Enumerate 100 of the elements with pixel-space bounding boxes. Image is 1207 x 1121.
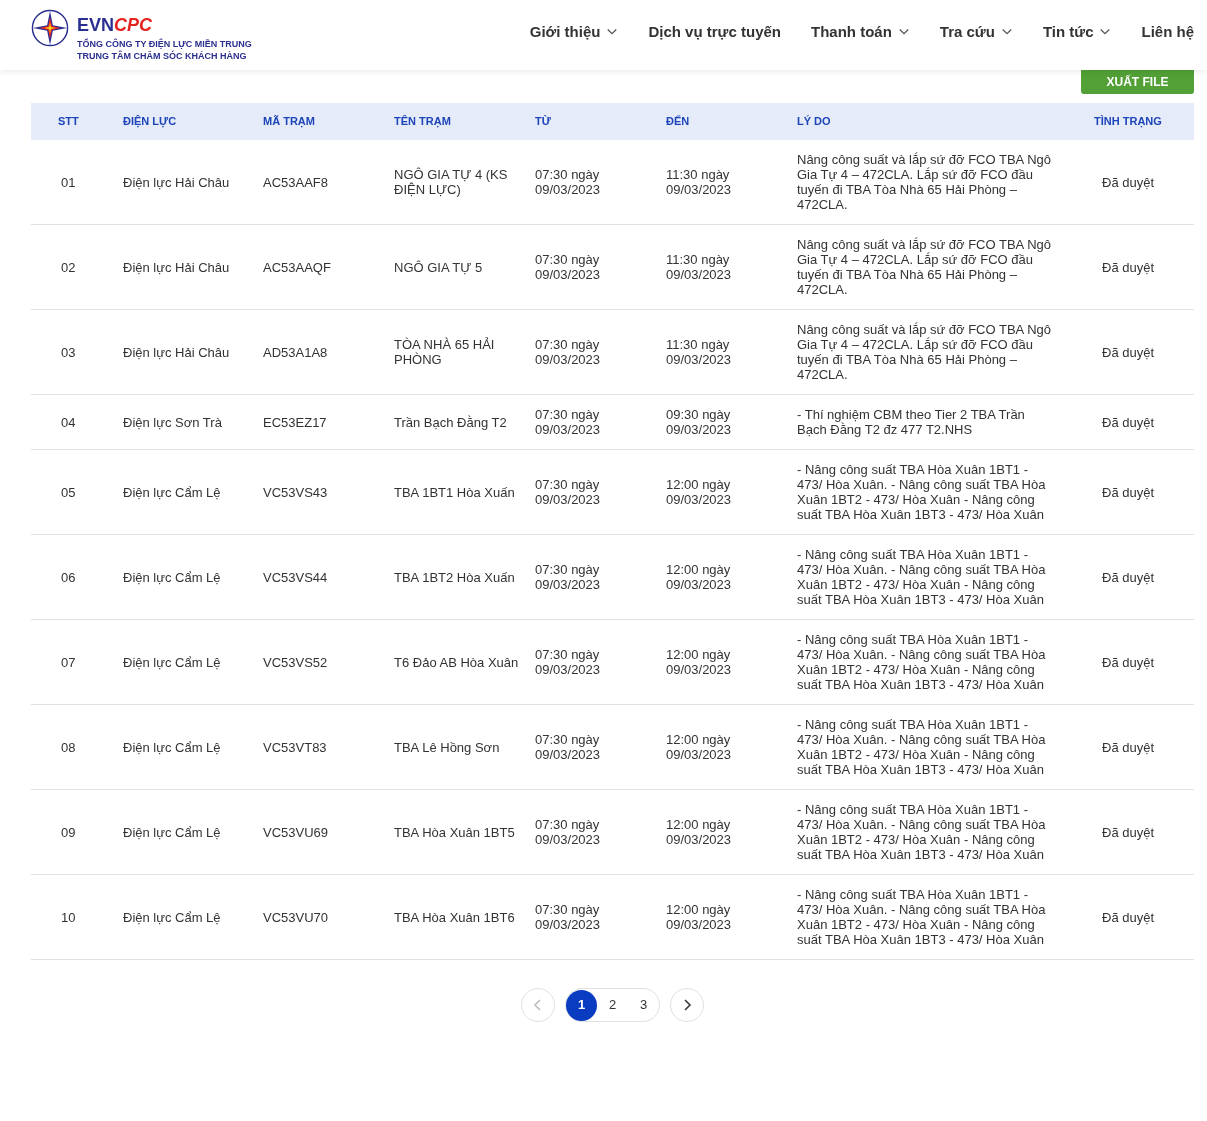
district-cell: Điện lực Cẩm Lệ	[123, 484, 221, 500]
stt-cell: 07	[61, 654, 76, 670]
stt-cell: 08	[61, 739, 76, 755]
stt-cell: 05	[61, 484, 76, 500]
station-name-cell: T6 Đảo AB Hòa Xuân	[394, 654, 519, 670]
station-code-cell: VC53VU69	[263, 824, 329, 840]
district-cell: Điện lực Cẩm Lệ	[123, 654, 221, 670]
end-time-cell: 12:00 ngày 09/03/2023	[666, 732, 732, 762]
stt-cell: 01	[61, 174, 76, 190]
page-button[interactable]: 1	[566, 989, 597, 1021]
end-time-cell: 12:00 ngày 09/03/2023	[666, 902, 732, 932]
end-time-cell: 11:30 ngày 09/03/2023	[666, 252, 732, 282]
district-cell: Điện lực Cẩm Lệ	[123, 909, 221, 925]
reason-cell: - Nâng công suất TBA Hòa Xuân 1BT1 - 473/ Hòa Xuân. - Nâng công suất TBA Hòa Xuân 1BT2 - 473/ Hòa Xuân - Nâng công suất TBA Hòa Xuân 1BT3 - 473/ Hòa Xuân	[797, 717, 1046, 777]
logo-wordmark: EVNCPC	[77, 14, 154, 35]
center-name: TRUNG TÂM CHĂM SÓC KHÁCH HÀNG	[77, 49, 248, 62]
column-header: TÊN TRẠM	[394, 115, 451, 128]
reason-cell: - Nâng công suất TBA Hòa Xuân 1BT1 - 473/ Hòa Xuân. - Nâng công suất TBA Hòa Xuân 1BT2 - 473/ Hòa Xuân - Nâng công suất TBA Hòa Xuân 1BT3 - 473/ Hòa Xuân	[797, 887, 1046, 947]
district-cell: Điện lực Cẩm Lệ	[123, 739, 221, 755]
district-cell: Điện lực Hải Châu	[123, 174, 230, 190]
station-name-cell: TBA Hòa Xuân 1BT5	[394, 824, 515, 840]
column-header: ĐẾN	[666, 115, 690, 128]
column-header: ĐIỆN LỰC	[123, 115, 177, 128]
status-cell: Đã duyệt	[1102, 259, 1155, 275]
status-cell: Đã duyệt	[1102, 824, 1155, 840]
start-time-cell: 07:30 ngày 09/03/2023	[535, 647, 601, 677]
stt-cell: 04	[61, 414, 76, 430]
stt-cell: 03	[61, 344, 76, 360]
station-code-cell: AC53AAQF	[263, 259, 331, 275]
stt-cell: 09	[61, 824, 76, 840]
nav-link[interactable]: Dịch vụ trực tuyến	[648, 20, 781, 44]
station-code-cell: AC53AAF8	[263, 174, 329, 190]
district-cell: Điện lực Cẩm Lệ	[123, 824, 221, 840]
stt-cell: 02	[61, 259, 76, 275]
station-code-cell: VC53VS52	[263, 654, 328, 670]
station-name-cell: TBA 1BT1 Hòa Xuấn	[394, 484, 515, 500]
start-time-cell: 07:30 ngày 09/03/2023	[535, 407, 601, 437]
reason-cell: - Nâng công suất TBA Hòa Xuân 1BT1 - 473/ Hòa Xuân. - Nâng công suất TBA Hòa Xuân 1BT2 - 473/ Hòa Xuân - Nâng công suất TBA Hòa Xuân 1BT3 - 473/ Hòa Xuân	[797, 632, 1046, 692]
column-header: STT	[58, 115, 79, 128]
nav-link[interactable]: Liên hệ	[1141, 20, 1194, 44]
start-time-cell: 07:30 ngày 09/03/2023	[535, 167, 601, 197]
stt-cell: 06	[61, 569, 76, 585]
station-name-cell: TBA Lê Hồng Sơn	[394, 739, 500, 755]
station-code-cell: AD53A1A8	[263, 344, 328, 360]
status-cell: Đã duyệt	[1102, 654, 1155, 670]
end-time-cell: 09:30 ngày 09/03/2023	[666, 407, 732, 437]
status-cell: Đã duyệt	[1102, 739, 1155, 755]
station-code-cell: VC53VU70	[263, 909, 329, 925]
end-time-cell: 12:00 ngày 09/03/2023	[666, 647, 732, 677]
station-name-cell: TBA Hòa Xuân 1BT6	[394, 909, 515, 925]
reason-cell: Nâng công suất và lắp sứ đỡ FCO TBA Ngô Gia Tự 4 – 472CLA. Lắp sứ đỡ FCO đầu tuyến đi TBA Tòa Nhà 65 Hải Phòng – 472CLA.	[797, 322, 1051, 382]
start-time-cell: 07:30 ngày 09/03/2023	[535, 902, 601, 932]
reason-cell: - Nâng công suất TBA Hòa Xuân 1BT1 - 473/ Hòa Xuân. - Nâng công suất TBA Hòa Xuân 1BT2 - 473/ Hòa Xuân - Nâng công suất TBA Hòa Xuân 1BT3 - 473/ Hòa Xuân	[797, 462, 1046, 522]
station-name-cell: Trần Bạch Đằng T2	[394, 414, 507, 430]
logo-icon	[31, 8, 69, 47]
reason-cell: - Nâng công suất TBA Hòa Xuân 1BT1 - 473/ Hòa Xuân. - Nâng công suất TBA Hòa Xuân 1BT2 - 473/ Hòa Xuân - Nâng công suất TBA Hòa Xuân 1BT3 - 473/ Hòa Xuân	[797, 802, 1046, 862]
district-cell: Điện lực Hải Châu	[123, 259, 230, 275]
end-time-cell: 12:00 ngày 09/03/2023	[666, 817, 732, 847]
station-name-cell: NGÔ GIA TỰ 5	[394, 259, 483, 275]
start-time-cell: 07:30 ngày 09/03/2023	[535, 477, 601, 507]
nav-link[interactable]: Tra cứu	[939, 20, 1013, 44]
reason-cell: Nâng công suất và lắp sứ đỡ FCO TBA Ngô Gia Tự 4 – 472CLA. Lắp sứ đỡ FCO đầu tuyến đi TBA Tòa Nhà 65 Hải Phòng – 472CLA.	[797, 152, 1051, 212]
column-header: LÝ DO	[797, 115, 831, 128]
nav-link[interactable]: Thanh toán	[811, 20, 910, 44]
stt-cell: 10	[61, 909, 76, 925]
end-time-cell: 11:30 ngày 09/03/2023	[666, 337, 732, 367]
station-name-cell: TÒA NHÀ 65 HẢI PHÒNG	[394, 337, 495, 367]
page-button[interactable]: 3	[628, 989, 659, 1021]
status-cell: Đã duyệt	[1102, 909, 1155, 925]
reason-cell: - Thí nghiệm CBM theo Tier 2 TBA Trần Bạch Đằng T2 đz 477 T2.NHS	[797, 407, 1025, 437]
station-name-cell: NGÔ GIA TỰ 4 (KS ĐIỆN LỰC)	[394, 167, 508, 197]
station-code-cell: VC53VT83	[263, 739, 327, 755]
nav-link[interactable]: Tin tức	[1042, 20, 1112, 44]
status-cell: Đã duyệt	[1102, 569, 1155, 585]
page-button[interactable]: 2	[597, 989, 628, 1021]
column-header: TÌNH TRẠNG	[1094, 115, 1162, 128]
status-cell: Đã duyệt	[1102, 344, 1155, 360]
district-cell: Điện lực Cẩm Lệ	[123, 569, 221, 585]
start-time-cell: 07:30 ngày 09/03/2023	[535, 732, 601, 762]
start-time-cell: 07:30 ngày 09/03/2023	[535, 252, 601, 282]
company-name: TỔNG CÔNG TY ĐIỆN LỰC MIỀN TRUNG	[77, 37, 252, 50]
status-cell: Đã duyệt	[1102, 484, 1155, 500]
status-cell: Đã duyệt	[1102, 174, 1155, 190]
reason-cell: - Nâng công suất TBA Hòa Xuân 1BT1 - 473/ Hòa Xuân. - Nâng công suất TBA Hòa Xuân 1BT2 - 473/ Hòa Xuân - Nâng công suất TBA Hòa Xuân 1BT3 - 473/ Hòa Xuân	[797, 547, 1046, 607]
end-time-cell: 11:30 ngày 09/03/2023	[666, 167, 732, 197]
end-time-cell: 12:00 ngày 09/03/2023	[666, 477, 732, 507]
start-time-cell: 07:30 ngày 09/03/2023	[535, 562, 601, 592]
start-time-cell: 07:30 ngày 09/03/2023	[535, 817, 601, 847]
column-header: TỪ	[535, 115, 551, 128]
column-header: MÃ TRẠM	[263, 115, 315, 128]
nav-link[interactable]: Giới thiệu	[529, 20, 619, 44]
reason-cell: Nâng công suất và lắp sứ đỡ FCO TBA Ngô Gia Tự 4 – 472CLA. Lắp sứ đỡ FCO đầu tuyến đi TBA Tòa Nhà 65 Hải Phòng – 472CLA.	[797, 237, 1051, 297]
district-cell: Điện lực Sơn Trà	[123, 414, 222, 430]
station-code-cell: VC53VS44	[263, 569, 328, 585]
status-cell: Đã duyệt	[1102, 414, 1155, 430]
district-cell: Điện lực Hải Châu	[123, 344, 230, 360]
start-time-cell: 07:30 ngày 09/03/2023	[535, 337, 601, 367]
station-code-cell: EC53EZ17	[263, 414, 327, 430]
end-time-cell: 12:00 ngày 09/03/2023	[666, 562, 732, 592]
station-code-cell: VC53VS43	[263, 484, 328, 500]
